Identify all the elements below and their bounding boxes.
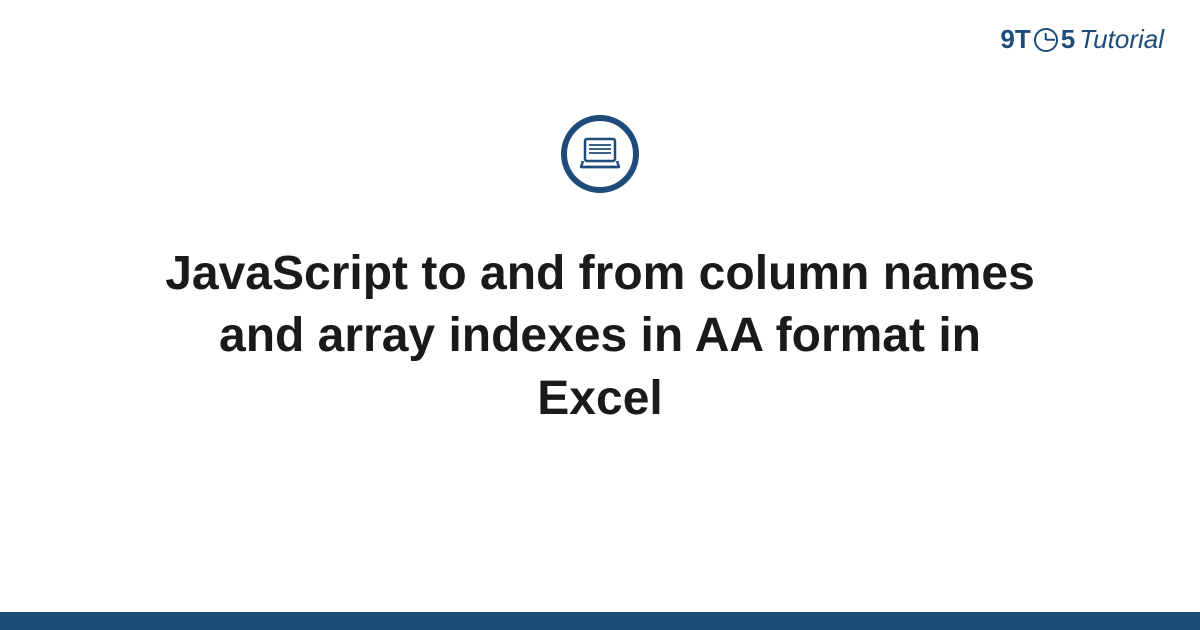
footer-accent-bar (0, 612, 1200, 630)
laptop-icon-circle (561, 115, 639, 193)
logo-text-tutorial: Tutorial (1079, 24, 1164, 55)
main-content: JavaScript to and from column names and … (0, 115, 1200, 430)
page-title: JavaScript to and from column names and … (150, 243, 1050, 430)
logo-text-5: 5 (1061, 24, 1075, 55)
laptop-icon (579, 137, 621, 171)
clock-icon (1034, 28, 1058, 52)
site-logo: 9T 5 Tutorial (1000, 24, 1164, 55)
logo-text-9t: 9T (1000, 24, 1030, 55)
